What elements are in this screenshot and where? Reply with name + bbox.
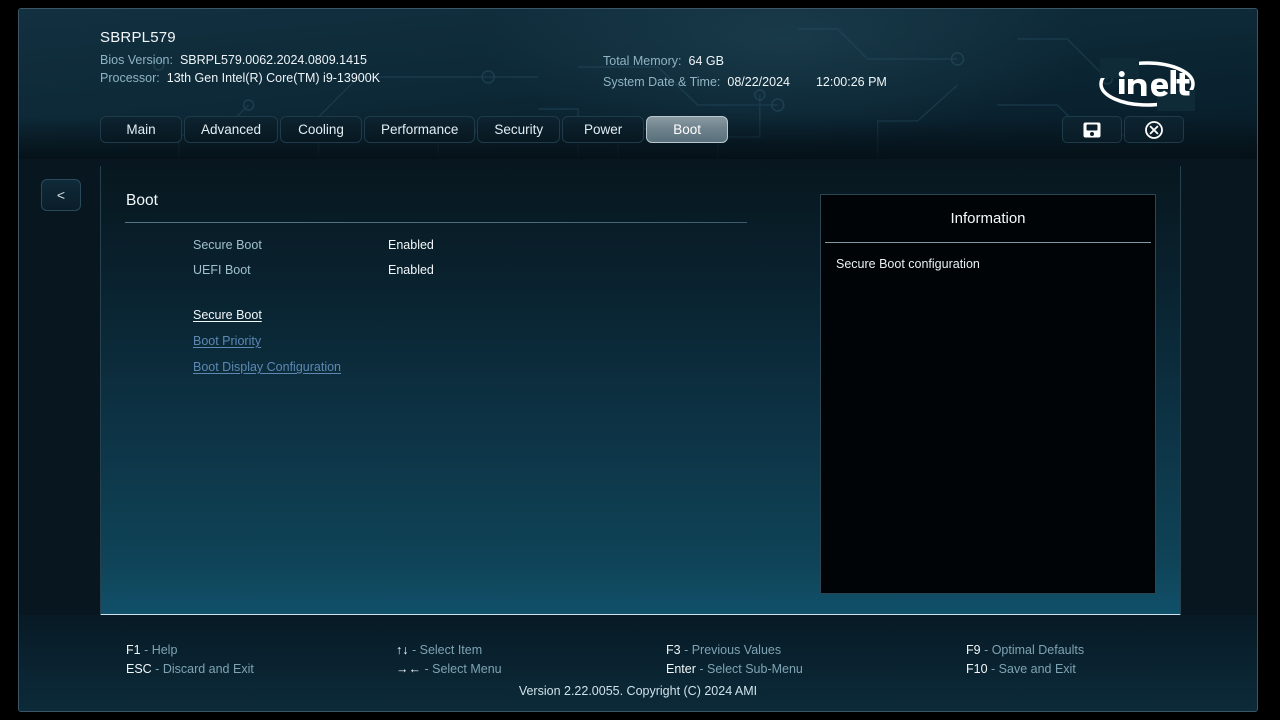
key-hint-separator: -: [421, 662, 433, 676]
chevron-left-icon: <: [56, 187, 66, 203]
tab-cooling[interactable]: Cooling: [280, 116, 363, 143]
intel-logo: [1099, 58, 1195, 111]
key-hint-separator: -: [987, 662, 999, 676]
tab-boot[interactable]: Boot: [646, 116, 729, 143]
bios-version-value: SBRPL579.0062.2024.0809.1415: [179, 53, 367, 67]
key-hint-description: Select Item: [419, 643, 483, 657]
key-hint-description: Select Sub-Menu: [707, 662, 803, 676]
key-hint-key: F1: [126, 643, 141, 657]
main-content-panel: Boot Secure Boot Enabled UEFI Boot Enabled …: [100, 166, 1181, 616]
key-hint-key: F9: [966, 643, 981, 657]
total-memory-label: Total Memory:: [603, 54, 682, 68]
key-hint-separator: -: [980, 643, 992, 657]
system-datetime-label: System Date & Time:: [603, 75, 721, 89]
bios-version-row: Bios Version: SBRPL579.0062.2024.0809.14…: [100, 53, 380, 67]
key-hint-separator: -: [140, 643, 152, 657]
bios-version-label: Bios Version:: [100, 53, 173, 67]
key-hint-key: ↑↓: [396, 643, 409, 657]
key-hint-key: F3: [666, 643, 681, 657]
submenu-link-secure-boot[interactable]: Secure Boot: [193, 308, 262, 322]
tab-advanced[interactable]: Advanced: [184, 116, 279, 143]
submenu-link-boot-priority[interactable]: Boot Priority: [193, 334, 261, 348]
setting-value: Enabled: [388, 237, 434, 252]
main-tab-bar[interactable]: Main Advanced Cooling Performance Security Po…: [100, 116, 729, 143]
key-hint-key: Enter: [666, 662, 696, 676]
setting-label: Secure Boot: [193, 237, 262, 252]
page-title: Boot: [126, 192, 158, 209]
information-panel-body: Secure Boot configuration: [836, 257, 980, 271]
key-hint-separator: -: [408, 643, 420, 657]
key-hint-description: Previous Values: [691, 643, 782, 657]
key-hint-separator: -: [680, 643, 692, 657]
total-memory-row: Total Memory: 64 GB: [603, 54, 887, 68]
setting-label: UEFI Boot: [193, 262, 251, 277]
save-button[interactable]: [1062, 116, 1122, 143]
key-hint-key: ESC: [126, 662, 152, 676]
key-hint-key: →←: [396, 662, 421, 676]
submenu-link-boot-display-configuration[interactable]: Boot Display Configuration: [193, 360, 341, 374]
key-hint: →← - Select Menu: [396, 662, 666, 676]
footer-bar: F1 - Help ↑↓ - Select Item F3 - Previous V…: [19, 615, 1257, 711]
key-hint-separator: -: [151, 662, 163, 676]
system-datetime-row: System Date & Time: 08/22/2024 12:00:26 …: [603, 75, 887, 89]
title-divider: [125, 222, 747, 223]
exit-button[interactable]: [1124, 116, 1184, 143]
version-copyright: Version 2.22.0055. Copyright (C) 2024 AM…: [518, 684, 758, 698]
key-hint-separator: -: [695, 662, 707, 676]
key-hint-key: F10: [966, 662, 988, 676]
setting-row[interactable]: Secure Boot Enabled: [101, 232, 801, 257]
back-button[interactable]: <: [41, 179, 81, 211]
tab-security[interactable]: Security: [477, 116, 561, 143]
key-hint: ↑↓ - Select Item: [396, 643, 666, 657]
key-hint: F10 - Save and Exit: [966, 662, 1136, 676]
key-hint-description: Save and Exit: [998, 662, 1076, 676]
header-bar: SBRPL579 Bios Version: SBRPL579.0062.202…: [19, 9, 1257, 159]
key-hint-description: Discard and Exit: [162, 662, 254, 676]
key-hint-description: Optimal Defaults: [991, 643, 1085, 657]
key-hint: ESC - Discard and Exit: [126, 662, 396, 676]
processor-row: Processor: 13th Gen Intel(R) Core(TM) i9…: [100, 71, 380, 85]
information-panel-title: Information: [950, 210, 1026, 227]
submenu-links[interactable]: Secure Boot Boot Priority Boot Display Con…: [193, 308, 341, 386]
tab-main[interactable]: Main: [100, 116, 182, 143]
key-hint: F1 - Help: [126, 643, 396, 657]
key-hint: F9 - Optimal Defaults: [966, 643, 1136, 657]
tab-performance[interactable]: Performance: [364, 116, 476, 143]
circle-x-icon: [1145, 120, 1163, 139]
board-name: SBRPL579: [100, 29, 176, 46]
settings-list: Secure Boot Enabled UEFI Boot Enabled: [101, 232, 801, 282]
system-info-right: Total Memory: 64 GB System Date & Time: …: [603, 54, 887, 96]
system-info-left: SBRPL579 Bios Version: SBRPL579.0062.202…: [100, 29, 380, 89]
key-hint: F3 - Previous Values: [666, 643, 966, 657]
key-hint: Enter - Select Sub-Menu: [666, 662, 966, 676]
system-date-value: 08/22/2024: [727, 75, 790, 89]
system-time-value: 12:00:26 PM: [815, 75, 887, 89]
total-memory-value: 64 GB: [688, 54, 724, 68]
processor-value: 13th Gen Intel(R) Core(TM) i9-13900K: [166, 71, 381, 85]
header-action-buttons[interactable]: [1062, 116, 1184, 143]
setting-row[interactable]: UEFI Boot Enabled: [101, 257, 801, 282]
key-hints-grid: F1 - Help ↑↓ - Select Item F3 - Previous V…: [126, 643, 1136, 676]
setting-value: Enabled: [388, 262, 434, 277]
bios-setup-window: SBRPL579 Bios Version: SBRPL579.0062.202…: [18, 8, 1258, 712]
key-hint-description: Select Menu: [432, 662, 502, 676]
floppy-disk-icon: [1083, 122, 1101, 137]
processor-label: Processor:: [100, 71, 160, 85]
information-panel: Information Secure Boot configuration: [820, 194, 1156, 594]
tab-power[interactable]: Power: [562, 116, 645, 143]
key-hint-description: Help: [151, 643, 178, 657]
